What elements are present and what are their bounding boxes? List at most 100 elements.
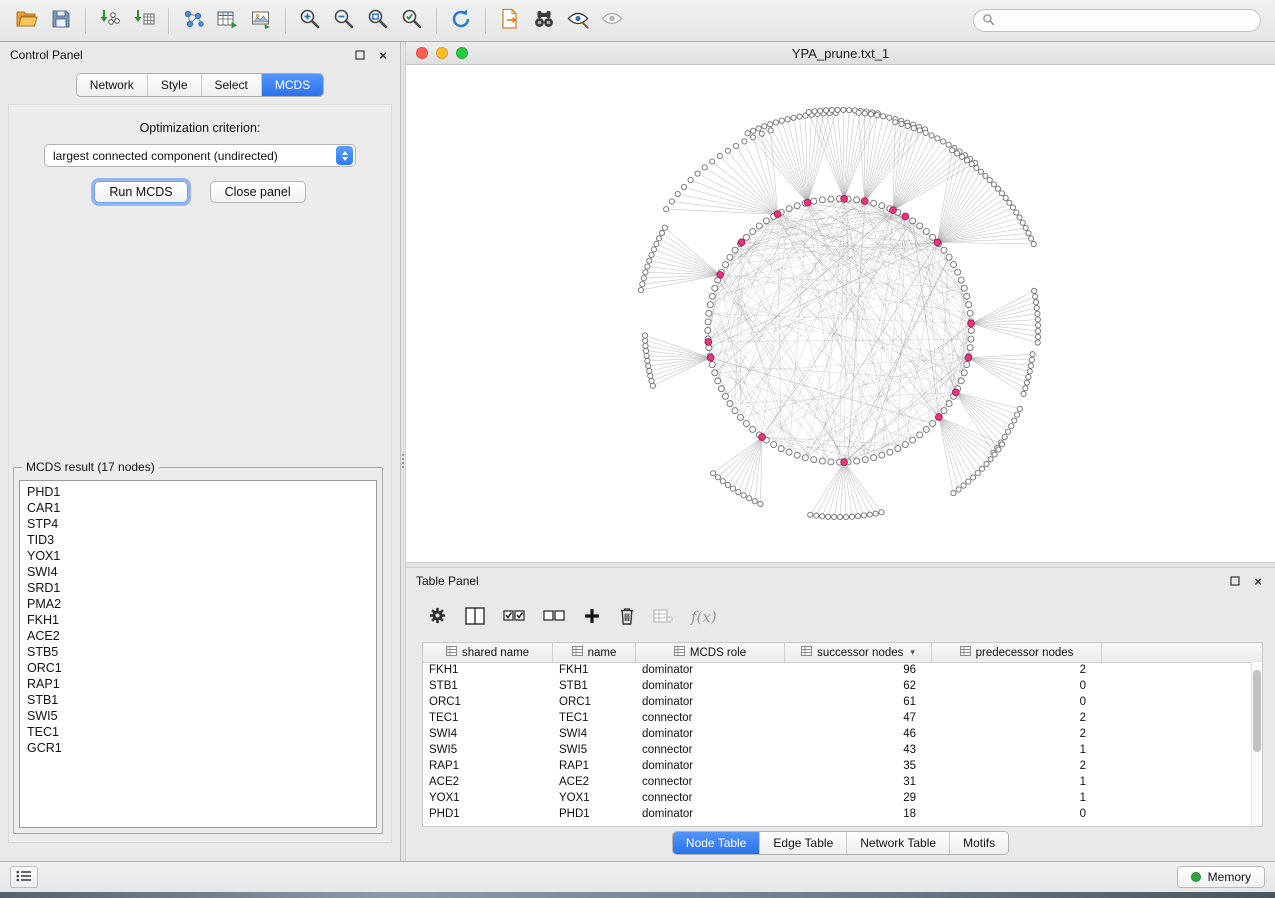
- network-node[interactable]: [951, 262, 957, 268]
- network-node[interactable]: [946, 142, 951, 147]
- table-row[interactable]: FKH1FKH1dominator962: [423, 662, 1252, 678]
- network-node[interactable]: [1035, 317, 1040, 322]
- network-node[interactable]: [702, 165, 707, 170]
- column-header-successor_nodes[interactable]: successor nodes▾: [785, 643, 932, 662]
- network-node[interactable]: [828, 196, 834, 202]
- import-table-button[interactable]: [127, 6, 161, 36]
- network-node[interactable]: [786, 449, 792, 455]
- network-node[interactable]: [978, 169, 983, 174]
- network-node[interactable]: [1034, 300, 1039, 305]
- network-node[interactable]: [712, 370, 718, 376]
- network-node[interactable]: [826, 514, 831, 519]
- network-node[interactable]: [854, 197, 860, 203]
- network-node[interactable]: [987, 177, 992, 182]
- network-node[interactable]: [871, 200, 877, 206]
- table-row[interactable]: STB1STB1dominator620: [423, 678, 1252, 694]
- network-node[interactable]: [643, 338, 648, 343]
- network-node[interactable]: [1026, 231, 1031, 236]
- network-node[interactable]: [710, 159, 715, 164]
- network-node[interactable]: [887, 449, 893, 455]
- network-node[interactable]: [849, 514, 854, 519]
- network-node[interactable]: [1000, 442, 1005, 447]
- network-node[interactable]: [829, 107, 834, 112]
- network-node[interactable]: [941, 408, 947, 414]
- delete-column-button[interactable]: [619, 606, 635, 628]
- network-node[interactable]: [1032, 288, 1037, 293]
- network-node[interactable]: [820, 514, 825, 519]
- network-node[interactable]: [725, 482, 730, 487]
- network-node[interactable]: [958, 378, 964, 384]
- network-node[interactable]: [640, 282, 645, 287]
- mcds-result-item[interactable]: ACE2: [20, 628, 376, 644]
- network-node[interactable]: [1034, 305, 1039, 310]
- network-node[interactable]: [911, 125, 916, 130]
- tab-node-table[interactable]: Node Table: [673, 832, 760, 854]
- network-node[interactable]: [712, 285, 718, 291]
- network-node[interactable]: [958, 277, 964, 283]
- network-node[interactable]: [725, 148, 730, 153]
- mcds-result-list[interactable]: PHD1CAR1STP4TID3YOX1SWI4SRD1PMA2FKH1ACE2…: [19, 480, 377, 828]
- network-node[interactable]: [750, 135, 755, 140]
- network-node[interactable]: [743, 234, 749, 240]
- mcds-result-item[interactable]: FKH1: [20, 612, 376, 628]
- network-node[interactable]: [923, 130, 928, 135]
- network-node[interactable]: [707, 302, 713, 308]
- memory-button[interactable]: Memory: [1177, 866, 1265, 888]
- network-dominator-node[interactable]: [952, 389, 959, 396]
- network-node[interactable]: [992, 452, 997, 457]
- network-node[interactable]: [1023, 386, 1028, 391]
- network-node[interactable]: [955, 269, 961, 275]
- window-zoom-button[interactable]: [456, 47, 468, 59]
- mcds-result-item[interactable]: GCR1: [20, 740, 376, 756]
- network-node[interactable]: [841, 107, 846, 112]
- network-node[interactable]: [1036, 328, 1041, 333]
- tab-edge-table[interactable]: Edge Table: [759, 832, 846, 854]
- table-row[interactable]: RAP1RAP1dominator352: [423, 758, 1252, 774]
- network-canvas[interactable]: [406, 65, 1275, 562]
- network-node[interactable]: [808, 512, 813, 517]
- table-settings-button[interactable]: [428, 606, 447, 628]
- network-node[interactable]: [649, 378, 654, 383]
- network-node[interactable]: [881, 114, 886, 119]
- network-node[interactable]: [638, 287, 643, 292]
- close-panel-action-button[interactable]: Close panel: [210, 181, 306, 203]
- float-table-panel-button[interactable]: [1228, 574, 1242, 588]
- tab-network-table[interactable]: Network Table: [846, 832, 949, 854]
- network-node[interactable]: [741, 493, 746, 498]
- network-node[interactable]: [762, 124, 767, 129]
- find-button[interactable]: [527, 6, 561, 36]
- network-node[interactable]: [905, 123, 910, 128]
- network-node[interactable]: [768, 122, 773, 127]
- network-node[interactable]: [910, 218, 916, 224]
- network-node[interactable]: [961, 370, 967, 376]
- mcds-result-item[interactable]: SRD1: [20, 580, 376, 596]
- network-node[interactable]: [742, 139, 747, 144]
- network-dominator-node[interactable]: [705, 339, 712, 346]
- network-node[interactable]: [929, 133, 934, 138]
- network-node[interactable]: [983, 173, 988, 178]
- tab-style[interactable]: Style: [147, 74, 201, 96]
- network-node[interactable]: [1026, 374, 1031, 379]
- table-scrollbar[interactable]: [1251, 662, 1262, 826]
- zoom-selected-button[interactable]: [395, 6, 429, 36]
- network-node[interactable]: [1030, 352, 1035, 357]
- network-node[interactable]: [923, 228, 929, 234]
- network-node[interactable]: [675, 191, 680, 196]
- column-header-predecessor_nodes[interactable]: predecessor nodes: [932, 643, 1102, 662]
- network-node[interactable]: [960, 154, 965, 159]
- mcds-result-item[interactable]: STP4: [20, 516, 376, 532]
- network-node[interactable]: [923, 426, 929, 432]
- table-row[interactable]: SWI5SWI5connector431: [423, 742, 1252, 758]
- network-node[interactable]: [895, 446, 901, 452]
- network-node[interactable]: [659, 230, 664, 235]
- network-node[interactable]: [956, 487, 961, 492]
- tab-mcds[interactable]: MCDS: [261, 74, 323, 96]
- network-node[interactable]: [768, 128, 773, 133]
- zoom-out-button[interactable]: [327, 6, 361, 36]
- network-node[interactable]: [647, 258, 652, 263]
- network-node[interactable]: [1033, 294, 1038, 299]
- network-node[interactable]: [1031, 241, 1036, 246]
- network-node[interactable]: [743, 421, 749, 427]
- network-node[interactable]: [646, 363, 651, 368]
- network-node[interactable]: [745, 131, 750, 136]
